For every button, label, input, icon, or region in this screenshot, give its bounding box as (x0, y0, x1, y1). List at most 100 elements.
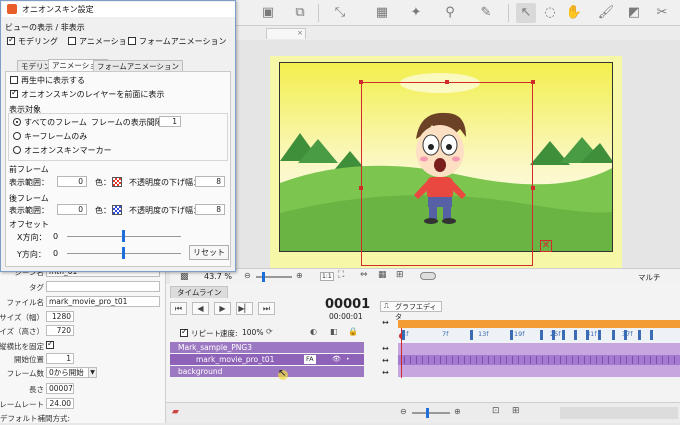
keyframe-marker[interactable] (624, 330, 627, 340)
keyframe-marker[interactable] (470, 330, 473, 340)
horizontal-scrollbar[interactable] (560, 407, 678, 419)
last-frame-button[interactable]: ⏭ (258, 302, 275, 315)
keyframe-marker[interactable] (612, 330, 615, 340)
prev-frame-button[interactable]: ◀ (192, 302, 209, 315)
snap-icon[interactable]: ⊡ (492, 406, 500, 416)
y-offset-thumb[interactable] (122, 247, 125, 259)
radio-all-frames[interactable] (13, 118, 21, 126)
flip-icon[interactable]: ⇔ (360, 270, 368, 280)
view-animation-checkbox[interactable] (68, 37, 76, 45)
dialog-title-bar[interactable]: オニオンスキン設定 (2, 2, 235, 17)
actual-size-button[interactable]: 1:1 (320, 272, 334, 281)
selection-handle[interactable] (531, 186, 535, 190)
transform-icon[interactable]: ⤡ (330, 3, 350, 23)
next-opacity-input[interactable]: 8 (195, 204, 225, 215)
layer-row-selected[interactable]: mark_movie_pro_t01 FA 👁 • (170, 354, 364, 365)
graph-editor-button[interactable]: グラフエディタ (380, 301, 442, 321)
play-button[interactable]: ▶ (214, 302, 231, 315)
selection-handle[interactable] (445, 80, 449, 84)
keyframe-marker[interactable] (540, 330, 543, 340)
view-form-animation-checkbox[interactable] (128, 37, 136, 45)
radio-onion-marker[interactable] (13, 146, 21, 154)
keyframe-grid-icon[interactable]: ⊞ (512, 406, 520, 416)
mask-icon[interactable]: ◧ (330, 327, 338, 336)
guide-icon[interactable]: ⊞ (396, 270, 404, 280)
pin-icon[interactable]: ✎ (476, 3, 496, 23)
keyframe-marker[interactable] (562, 330, 565, 340)
arrow-tool-icon[interactable]: ↖ (516, 3, 536, 23)
lock-icon[interactable]: • (346, 354, 350, 365)
folder-icon[interactable]: ▰ (172, 407, 179, 417)
frame-count-select[interactable]: 0から開始 (46, 367, 90, 378)
toggle-switch[interactable] (420, 272, 436, 280)
multi-view-label[interactable]: マルチ (638, 272, 661, 283)
zoom-slider-thumb[interactable] (262, 272, 265, 282)
next-range-input[interactable]: 0 (57, 204, 87, 215)
x-offset-thumb[interactable] (122, 230, 125, 242)
selection-handle[interactable] (359, 80, 363, 84)
radio-keyframes-only[interactable] (13, 132, 21, 140)
loop-icon[interactable]: ⟳ (266, 327, 273, 336)
keyframe-marker[interactable] (510, 330, 513, 340)
height-field[interactable]: 720 (46, 325, 74, 336)
keyframe-marker[interactable] (552, 330, 555, 340)
fa-badge[interactable]: FA (304, 355, 316, 364)
keyframe-marker[interactable] (402, 330, 405, 340)
prev-color-swatch[interactable] (112, 177, 122, 187)
lasso-tool-icon[interactable]: ◌ (540, 3, 560, 23)
zoom-slider[interactable] (256, 272, 292, 282)
scissors-tool-icon[interactable]: ✂ (652, 3, 672, 23)
checker-icon[interactable]: ▩ (180, 272, 189, 282)
x-offset-slider[interactable] (67, 230, 181, 242)
onion-icon[interactable]: ◐ (310, 327, 317, 336)
canvas-tab[interactable]: × (266, 28, 306, 39)
start-field[interactable]: 1 (46, 353, 74, 364)
zoom-out-icon[interactable]: ⊖ (244, 271, 251, 280)
repeat-checkbox[interactable] (180, 327, 188, 337)
zoom-out-icon[interactable]: ⊖ (400, 407, 407, 416)
grid-toggle-icon[interactable]: ▦ (378, 270, 387, 280)
speed-value[interactable]: 100% (242, 328, 263, 337)
zoom-in-icon[interactable]: ⊕ (454, 407, 461, 416)
tool-icon-2[interactable]: ⧉ (290, 3, 310, 23)
expand-icon[interactable]: ↔ (382, 344, 389, 353)
y-offset-slider[interactable] (67, 247, 181, 259)
zoom-in-icon[interactable]: ⊕ (296, 271, 303, 280)
eye-icon[interactable]: 👁 (332, 354, 341, 365)
expand-icon[interactable]: ↔ (382, 318, 389, 327)
lock-icon[interactable]: 🔒 (348, 327, 358, 336)
reset-button[interactable]: リセット (189, 245, 229, 260)
aspect-lock-checkbox[interactable] (46, 339, 54, 349)
chevron-down-icon[interactable]: ▼ (88, 367, 97, 378)
prev-opacity-input[interactable]: 8 (195, 176, 225, 187)
keyframe-marker[interactable] (574, 330, 577, 340)
view-modeling-checkbox[interactable] (7, 35, 15, 45)
tab-timeline[interactable]: タイムライン (170, 286, 229, 298)
frame-interval-input[interactable]: 1 (159, 116, 181, 127)
keyframe-marker[interactable] (598, 330, 601, 340)
selection-handle[interactable] (359, 186, 363, 190)
tab-form-animation[interactable]: フォームアニメーション (93, 60, 183, 71)
length-field[interactable]: 000072 (46, 383, 74, 394)
fps-field[interactable]: 24.00 (46, 398, 74, 409)
fit-icon[interactable]: ⛶ (338, 270, 344, 280)
tag-field[interactable] (46, 281, 160, 292)
hand-tool-icon[interactable]: ✋ (564, 3, 584, 23)
next-frame-button[interactable]: ▶▏ (236, 302, 253, 315)
keyframe-marker[interactable] (638, 330, 641, 340)
front-layer-checkbox[interactable] (10, 88, 18, 98)
zoom-value[interactable]: 43.7 % (204, 272, 232, 281)
expand-icon[interactable]: ↔ (382, 368, 389, 377)
link-icon[interactable]: ⚲ (440, 3, 460, 23)
playback-show-checkbox[interactable] (10, 76, 18, 84)
next-color-swatch[interactable] (112, 205, 122, 215)
layer-row[interactable]: Mark_sample_PNG3 (170, 342, 364, 353)
width-field[interactable]: 1280 (46, 311, 74, 322)
close-icon[interactable]: × (297, 29, 303, 37)
tool-icon-1[interactable]: ▣ (258, 3, 278, 23)
pivot-icon[interactable]: ✕ (540, 240, 552, 252)
prev-range-input[interactable]: 0 (57, 176, 87, 187)
brush-tool-icon[interactable]: 🖌 (596, 3, 616, 23)
timeline-zoom-slider[interactable] (412, 408, 450, 418)
work-area-bar[interactable] (398, 320, 680, 328)
